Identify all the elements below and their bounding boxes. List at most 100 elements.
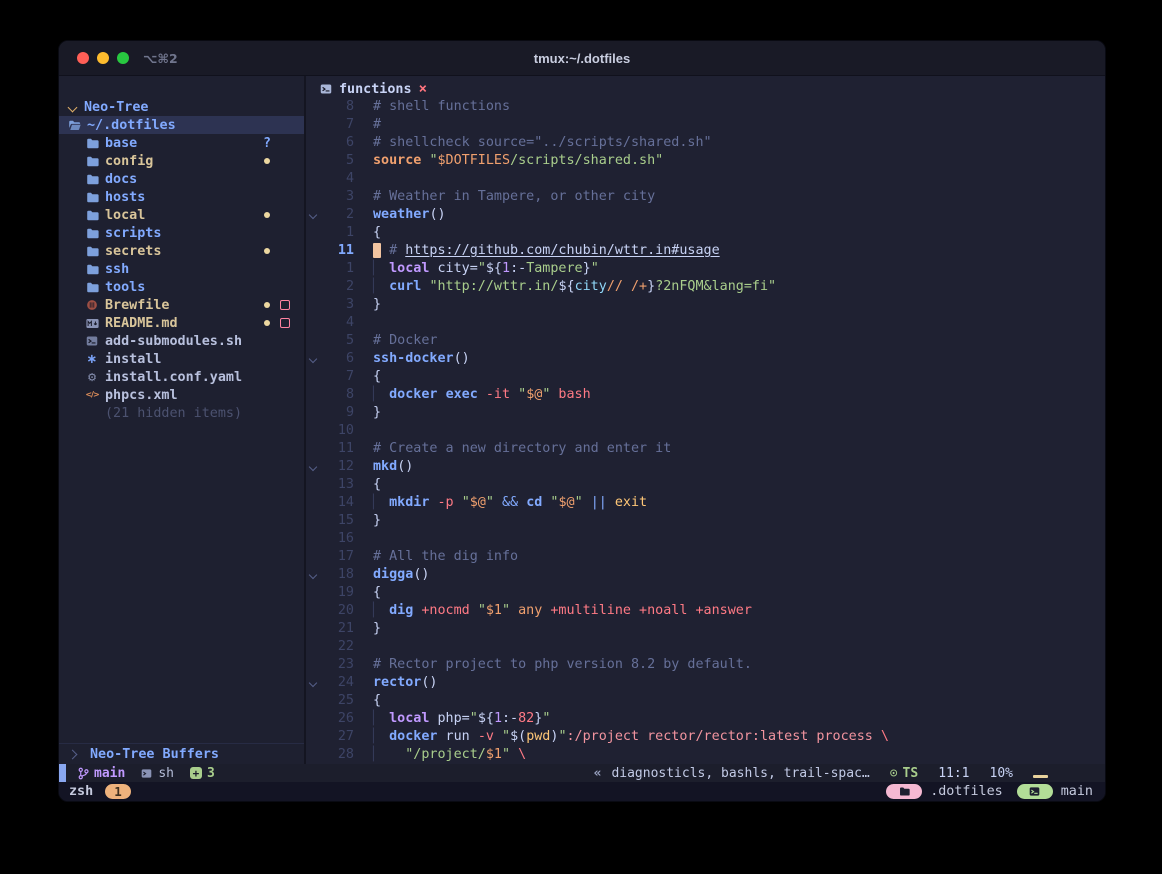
code-line-text: ▏ mkdir -p "$@" && cd "$@" || exit — [373, 494, 647, 512]
code-line[interactable]: 7{ — [306, 368, 1105, 386]
code-token — [429, 495, 437, 510]
folder-icon — [85, 191, 99, 204]
statusline-right: « diagnosticls, bashls, trail-spac… ⊙ TS… — [594, 766, 1105, 781]
code-line[interactable]: 8▏ docker exec -it "$@" bash — [306, 386, 1105, 404]
sidebar-item-add-submodules-sh[interactable]: add-submodules.sh — [59, 332, 304, 350]
sidebar-item-tools[interactable]: tools — [59, 278, 304, 296]
sidebar-item-secrets[interactable]: secrets — [59, 242, 304, 260]
code-line[interactable]: 1{ — [306, 224, 1105, 242]
sidebar-item-scripts[interactable]: scripts — [59, 224, 304, 242]
sign-column — [354, 728, 373, 746]
code-line[interactable]: 14▏ mkdir -p "$@" && cd "$@" || exit — [306, 494, 1105, 512]
code-token: digga — [373, 567, 413, 582]
sidebar-item-brewfile[interactable]: Brewfile — [59, 296, 304, 314]
code-line[interactable]: 16 — [306, 530, 1105, 548]
code-line[interactable]: 19{ — [306, 584, 1105, 602]
code-line[interactable]: 20▏ dig +nocmd "$1" any +multiline +noal… — [306, 602, 1105, 620]
sidebar-item-install-conf-yaml[interactable]: ⚙install.conf.yaml — [59, 368, 304, 386]
code-line[interactable]: 28▏ "/project/$1" \ — [306, 746, 1105, 764]
close-window-button[interactable] — [77, 52, 89, 64]
code-line[interactable]: 23# Rector project to php version 8.2 by… — [306, 656, 1105, 674]
sidebar-item-base[interactable]: base? — [59, 134, 304, 152]
code-token: && — [502, 495, 518, 510]
star-icon: ∗ — [85, 353, 99, 366]
sidebar-item-ssh[interactable]: ssh — [59, 260, 304, 278]
relative-line-number: 6 — [320, 134, 354, 152]
tmux-window-name[interactable]: zsh — [69, 784, 93, 799]
code-line[interactable]: 12mkd() — [306, 458, 1105, 476]
code-line[interactable]: 1▏ local city="${1:-Tampere}" — [306, 260, 1105, 278]
code-line[interactable]: 4 — [306, 170, 1105, 188]
sidebar-item-phpcs-xml[interactable]: </>phpcs.xml — [59, 386, 304, 404]
code-line[interactable]: 7# — [306, 116, 1105, 134]
sidebar-item-install[interactable]: ∗ install — [59, 350, 304, 368]
code-line[interactable]: 25{ — [306, 692, 1105, 710]
code-line[interactable]: 27▏ docker run -v "$(pwd)":/project rect… — [306, 728, 1105, 746]
code-token: $@ — [526, 387, 542, 402]
code-line[interactable]: 11 # https://github.com/chubin/wttr.in#u… — [306, 242, 1105, 260]
sidebar-item-docs[interactable]: docs — [59, 170, 304, 188]
code-area[interactable]: 8# shell functions7#6# shellcheck source… — [306, 98, 1105, 764]
code-line-text: ▏ "/project/$1" \ — [373, 746, 526, 764]
code-token: $@ — [558, 495, 574, 510]
code-line[interactable]: 5source "$DOTFILES/scripts/shared.sh" — [306, 152, 1105, 170]
buffer-tab-label: functions — [339, 82, 412, 97]
code-line[interactable]: 24rector() — [306, 674, 1105, 692]
code-line[interactable]: 6ssh-docker() — [306, 350, 1105, 368]
neo-tree-buffers-header[interactable]: Neo-Tree Buffers — [59, 743, 304, 764]
fold-chevron-icon[interactable] — [306, 566, 320, 584]
code-line[interactable]: 13{ — [306, 476, 1105, 494]
code-line[interactable]: 26▏ local php="${1:-82}" — [306, 710, 1105, 728]
code-token: :/project rector/rector:latest process — [567, 729, 881, 744]
minimize-window-button[interactable] — [97, 52, 109, 64]
code-line[interactable]: 3} — [306, 296, 1105, 314]
treesitter-segment: ⊙ TS — [890, 766, 918, 781]
buffer-tab[interactable]: functions × — [306, 80, 1105, 98]
code-line[interactable]: 21} — [306, 620, 1105, 638]
code-line[interactable]: 5# Docker — [306, 332, 1105, 350]
code-line[interactable]: 3# Weather in Tampere, or other city — [306, 188, 1105, 206]
code-line[interactable]: 11# Create a new directory and enter it — [306, 440, 1105, 458]
code-line[interactable]: 15} — [306, 512, 1105, 530]
code-line[interactable]: 22 — [306, 638, 1105, 656]
tmux-status-bar: zsh 1 .dotfiles main — [59, 782, 1105, 801]
code-line[interactable]: 9} — [306, 404, 1105, 422]
code-line-text: ssh-docker() — [373, 350, 470, 368]
code-line-text: mkd() — [373, 458, 413, 476]
fold-column — [306, 728, 320, 746]
code-line[interactable]: 10 — [306, 422, 1105, 440]
sidebar-item-21-hidden-items[interactable]: (21 hidden items) — [59, 404, 304, 422]
sidebar-item-readme-md[interactable]: README.md — [59, 314, 304, 332]
sidebar-item-local[interactable]: local — [59, 206, 304, 224]
code-token — [494, 495, 502, 510]
fold-chevron-icon[interactable] — [306, 458, 320, 476]
folder-icon — [85, 263, 99, 276]
buffer-marker-slot — [276, 300, 294, 310]
code-line-text: { — [373, 692, 381, 710]
zoom-window-button[interactable] — [117, 52, 129, 64]
file-name: install — [105, 352, 161, 367]
fold-chevron-icon[interactable] — [306, 350, 320, 368]
close-buffer-icon[interactable]: × — [419, 81, 427, 97]
code-token: # shell functions — [373, 99, 510, 114]
code-token: city= — [429, 261, 477, 276]
fold-chevron-icon[interactable] — [306, 674, 320, 692]
sidebar-item-hosts[interactable]: hosts — [59, 188, 304, 206]
filetype-segment: sh — [141, 766, 174, 781]
code-line[interactable]: 4 — [306, 314, 1105, 332]
sidebar-item-config[interactable]: config — [59, 152, 304, 170]
sign-column — [354, 458, 373, 476]
tmux-window-index-badge[interactable]: 1 — [105, 784, 131, 799]
code-line[interactable]: 6# shellcheck source="../scripts/shared.… — [306, 134, 1105, 152]
code-line[interactable]: 18digga() — [306, 566, 1105, 584]
sidebar-item-root-dotfiles[interactable]: ~/.dotfiles — [59, 116, 304, 134]
code-token: } — [373, 405, 381, 420]
code-line[interactable]: 2weather() — [306, 206, 1105, 224]
code-line[interactable]: 2▏ curl "http://wttr.in/${city// /+}?2nF… — [306, 278, 1105, 296]
code-line[interactable]: 17# All the dig info — [306, 548, 1105, 566]
code-line[interactable]: 8# shell functions — [306, 98, 1105, 116]
code-line-text: # All the dig info — [373, 548, 518, 566]
relative-line-number: 2 — [320, 206, 354, 224]
neo-tree-header[interactable]: Neo-Tree — [59, 98, 304, 116]
fold-chevron-icon[interactable] — [306, 206, 320, 224]
